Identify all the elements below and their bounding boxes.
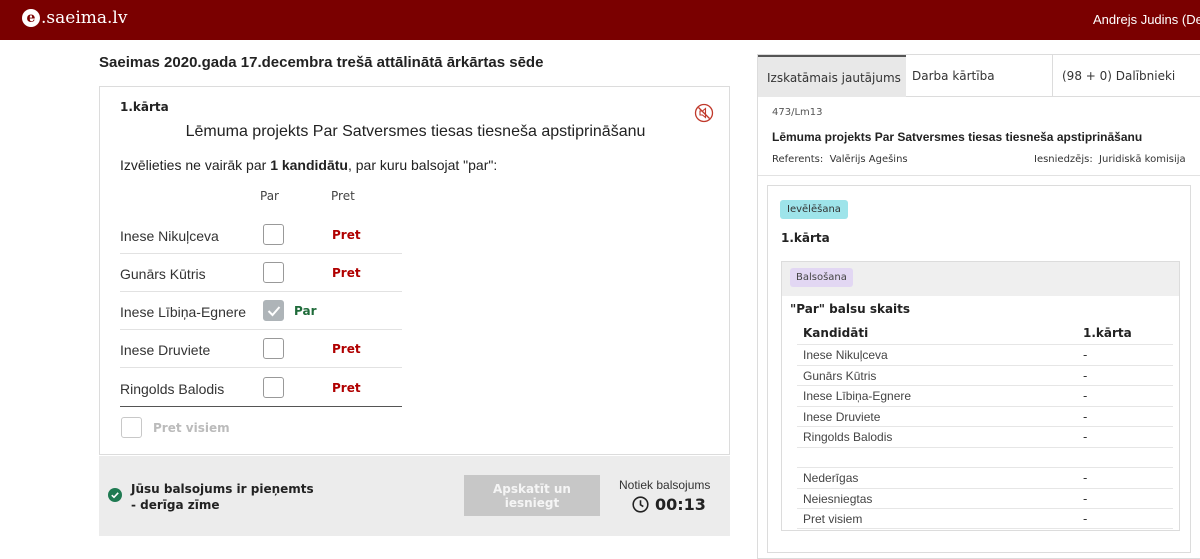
- voting-results: Balsošana "Par" balsu skaits Kandidāti 1…: [781, 261, 1180, 531]
- agenda-panel: Izskatāmais jautājums Darba kārtība (98 …: [757, 54, 1200, 559]
- column-header-candidates: Kandidāti: [803, 326, 869, 340]
- candidate-name: Inese Druviete: [120, 342, 211, 358]
- result-value: -: [1083, 389, 1088, 403]
- instruction-bold: 1 kandidātu: [270, 157, 348, 173]
- candidate-row: Inese Nikuļceva Pret: [120, 216, 402, 254]
- choice-label: Pret: [332, 266, 361, 280]
- timer-value: 00:13: [655, 495, 706, 514]
- document-id: 473/Lm13: [772, 107, 823, 118]
- candidate-name: Inese Lībiņa-Egnere: [120, 304, 247, 320]
- site-logo[interactable]: e .saeima.lv: [22, 8, 127, 28]
- vote-checkbox-checked[interactable]: [263, 300, 284, 321]
- tab-current-item[interactable]: Izskatāmais jautājums: [758, 55, 906, 97]
- top-bar: e .saeima.lv Andrejs Judins (Deputāts): [0, 0, 1200, 40]
- result-row: Inese Lībiņa-Egnere -: [797, 385, 1173, 406]
- check-circle-icon: [108, 488, 122, 502]
- tab-agenda[interactable]: Darba kārtība: [906, 55, 1053, 97]
- result-row: Pret visiem -: [797, 508, 1173, 529]
- result-name: Inese Nikuļceva: [803, 348, 888, 362]
- user-name[interactable]: Andrejs Judins (Deputāts): [1093, 12, 1200, 27]
- candidate-row: Ringolds Balodis Pret: [120, 369, 402, 407]
- choice-label: Pret: [332, 342, 361, 356]
- review-submit-button[interactable]: Apskatīt un iesniegt: [464, 475, 600, 516]
- result-value: -: [1083, 430, 1088, 444]
- vote-checkbox[interactable]: [263, 338, 284, 359]
- clock-icon: [632, 496, 649, 513]
- agenda-item-title: Lēmuma projekts Par Satversmes tiesas ti…: [772, 130, 1143, 144]
- vote-checkbox[interactable]: [263, 377, 284, 398]
- result-row: Nederīgas -: [797, 467, 1173, 488]
- par-count-title: "Par" balsu skaits: [790, 302, 911, 316]
- result-name: Nederīgas: [803, 471, 859, 485]
- result-value: -: [1083, 368, 1088, 383]
- round-label: 1.kārta: [120, 100, 169, 114]
- result-name: Inese Druviete: [803, 409, 881, 424]
- result-value: -: [1083, 512, 1088, 526]
- result-row: Gunārs Kūtris -: [797, 364, 1173, 386]
- voting-status-label: Notiek balsojums: [619, 478, 711, 492]
- result-row: Ringolds Balodis -: [797, 426, 1173, 447]
- vote-status-bar: Jūsu balsojums ir pieņemts - derīga zīme…: [99, 456, 730, 536]
- against-all-checkbox[interactable]: [121, 417, 142, 438]
- result-row: Inese Nikuļceva -: [797, 344, 1173, 365]
- result-name: Ringolds Balodis: [803, 430, 893, 444]
- choice-label: Pret: [332, 381, 361, 395]
- candidate-row: Inese Druviete Pret: [120, 330, 402, 368]
- result-name: Neiesniegtas: [803, 491, 873, 506]
- result-name: Gunārs Kūtris: [803, 368, 877, 383]
- voting-results-header: Balsošana: [782, 262, 1179, 296]
- column-header-pret: Pret: [331, 189, 355, 203]
- submitter: Iesniedzējs: Juridiskā komisija: [1034, 154, 1186, 165]
- result-row: Neiesniegtas -: [797, 487, 1173, 509]
- voting-badge: Balsošana: [790, 268, 853, 287]
- submitter-name: Juridiskā komisija: [1099, 154, 1186, 165]
- vote-checkbox[interactable]: [263, 224, 284, 245]
- candidate-row: Gunārs Kūtris Pret: [120, 254, 402, 292]
- column-header-par: Par: [260, 189, 279, 203]
- checkmark-icon: [267, 306, 281, 317]
- result-row-empty: [797, 446, 1173, 468]
- vote-checkbox[interactable]: [263, 262, 284, 283]
- submitter-label: Iesniedzējs:: [1034, 154, 1093, 165]
- result-value: -: [1083, 348, 1088, 362]
- instruction-text: Izvēlieties ne vairāk par: [120, 157, 271, 173]
- logo-text: .saeima.lv: [41, 8, 128, 28]
- results-card: Ievēlēšana 1.kārta Balsošana "Par" balsu…: [767, 185, 1191, 553]
- candidate-name: Gunārs Kūtris: [120, 266, 206, 282]
- ballot-instruction: Izvēlieties ne vairāk par 1 kandidātu, p…: [120, 157, 497, 173]
- tab-participants[interactable]: (98 + 0) Dalībnieki: [1053, 55, 1200, 97]
- instruction-text-end: , par kuru balsojat "par":: [347, 157, 498, 173]
- logo-e-icon: e: [22, 9, 40, 27]
- ballot-question: Lēmuma projekts Par Satversmes tiesas ti…: [185, 123, 646, 140]
- result-value: -: [1083, 409, 1088, 424]
- result-value: -: [1083, 471, 1088, 485]
- referent-label: Referents:: [772, 154, 824, 165]
- candidate-row: Inese Lībiņa-Egnere Par: [120, 292, 402, 330]
- result-row: Inese Druviete -: [797, 405, 1173, 427]
- election-badge: Ievēlēšana: [780, 200, 848, 219]
- result-name: Inese Lībiņa-Egnere: [803, 389, 912, 403]
- against-all-label: Pret visiem: [153, 421, 230, 435]
- session-title: Saeimas 2020.gada 17.decembra trešā attā…: [99, 54, 544, 71]
- referent: Referents: Valērijs Agešins: [772, 154, 908, 165]
- result-value: -: [1083, 491, 1088, 506]
- panel-tabs: Izskatāmais jautājums Darba kārtība (98 …: [758, 55, 1200, 97]
- candidate-name: Inese Nikuļceva: [120, 228, 219, 244]
- ballot-card: 1.kārta Lēmuma projekts Par Satversmes t…: [99, 86, 730, 455]
- referent-name: Valērijs Agešins: [829, 154, 908, 165]
- choice-label: Pret: [332, 228, 361, 242]
- result-name: Pret visiem: [803, 512, 863, 526]
- sound-off-icon[interactable]: [694, 103, 714, 123]
- vote-timer: 00:13: [632, 495, 706, 514]
- choice-label: Par: [294, 304, 317, 318]
- column-header-round: 1.kārta: [1083, 326, 1132, 340]
- divider: [758, 175, 1200, 176]
- vote-status-message: Jūsu balsojums ir pieņemts - derīga zīme: [131, 482, 314, 512]
- candidate-name: Ringolds Balodis: [120, 381, 225, 397]
- result-round-label: 1.kārta: [781, 231, 830, 245]
